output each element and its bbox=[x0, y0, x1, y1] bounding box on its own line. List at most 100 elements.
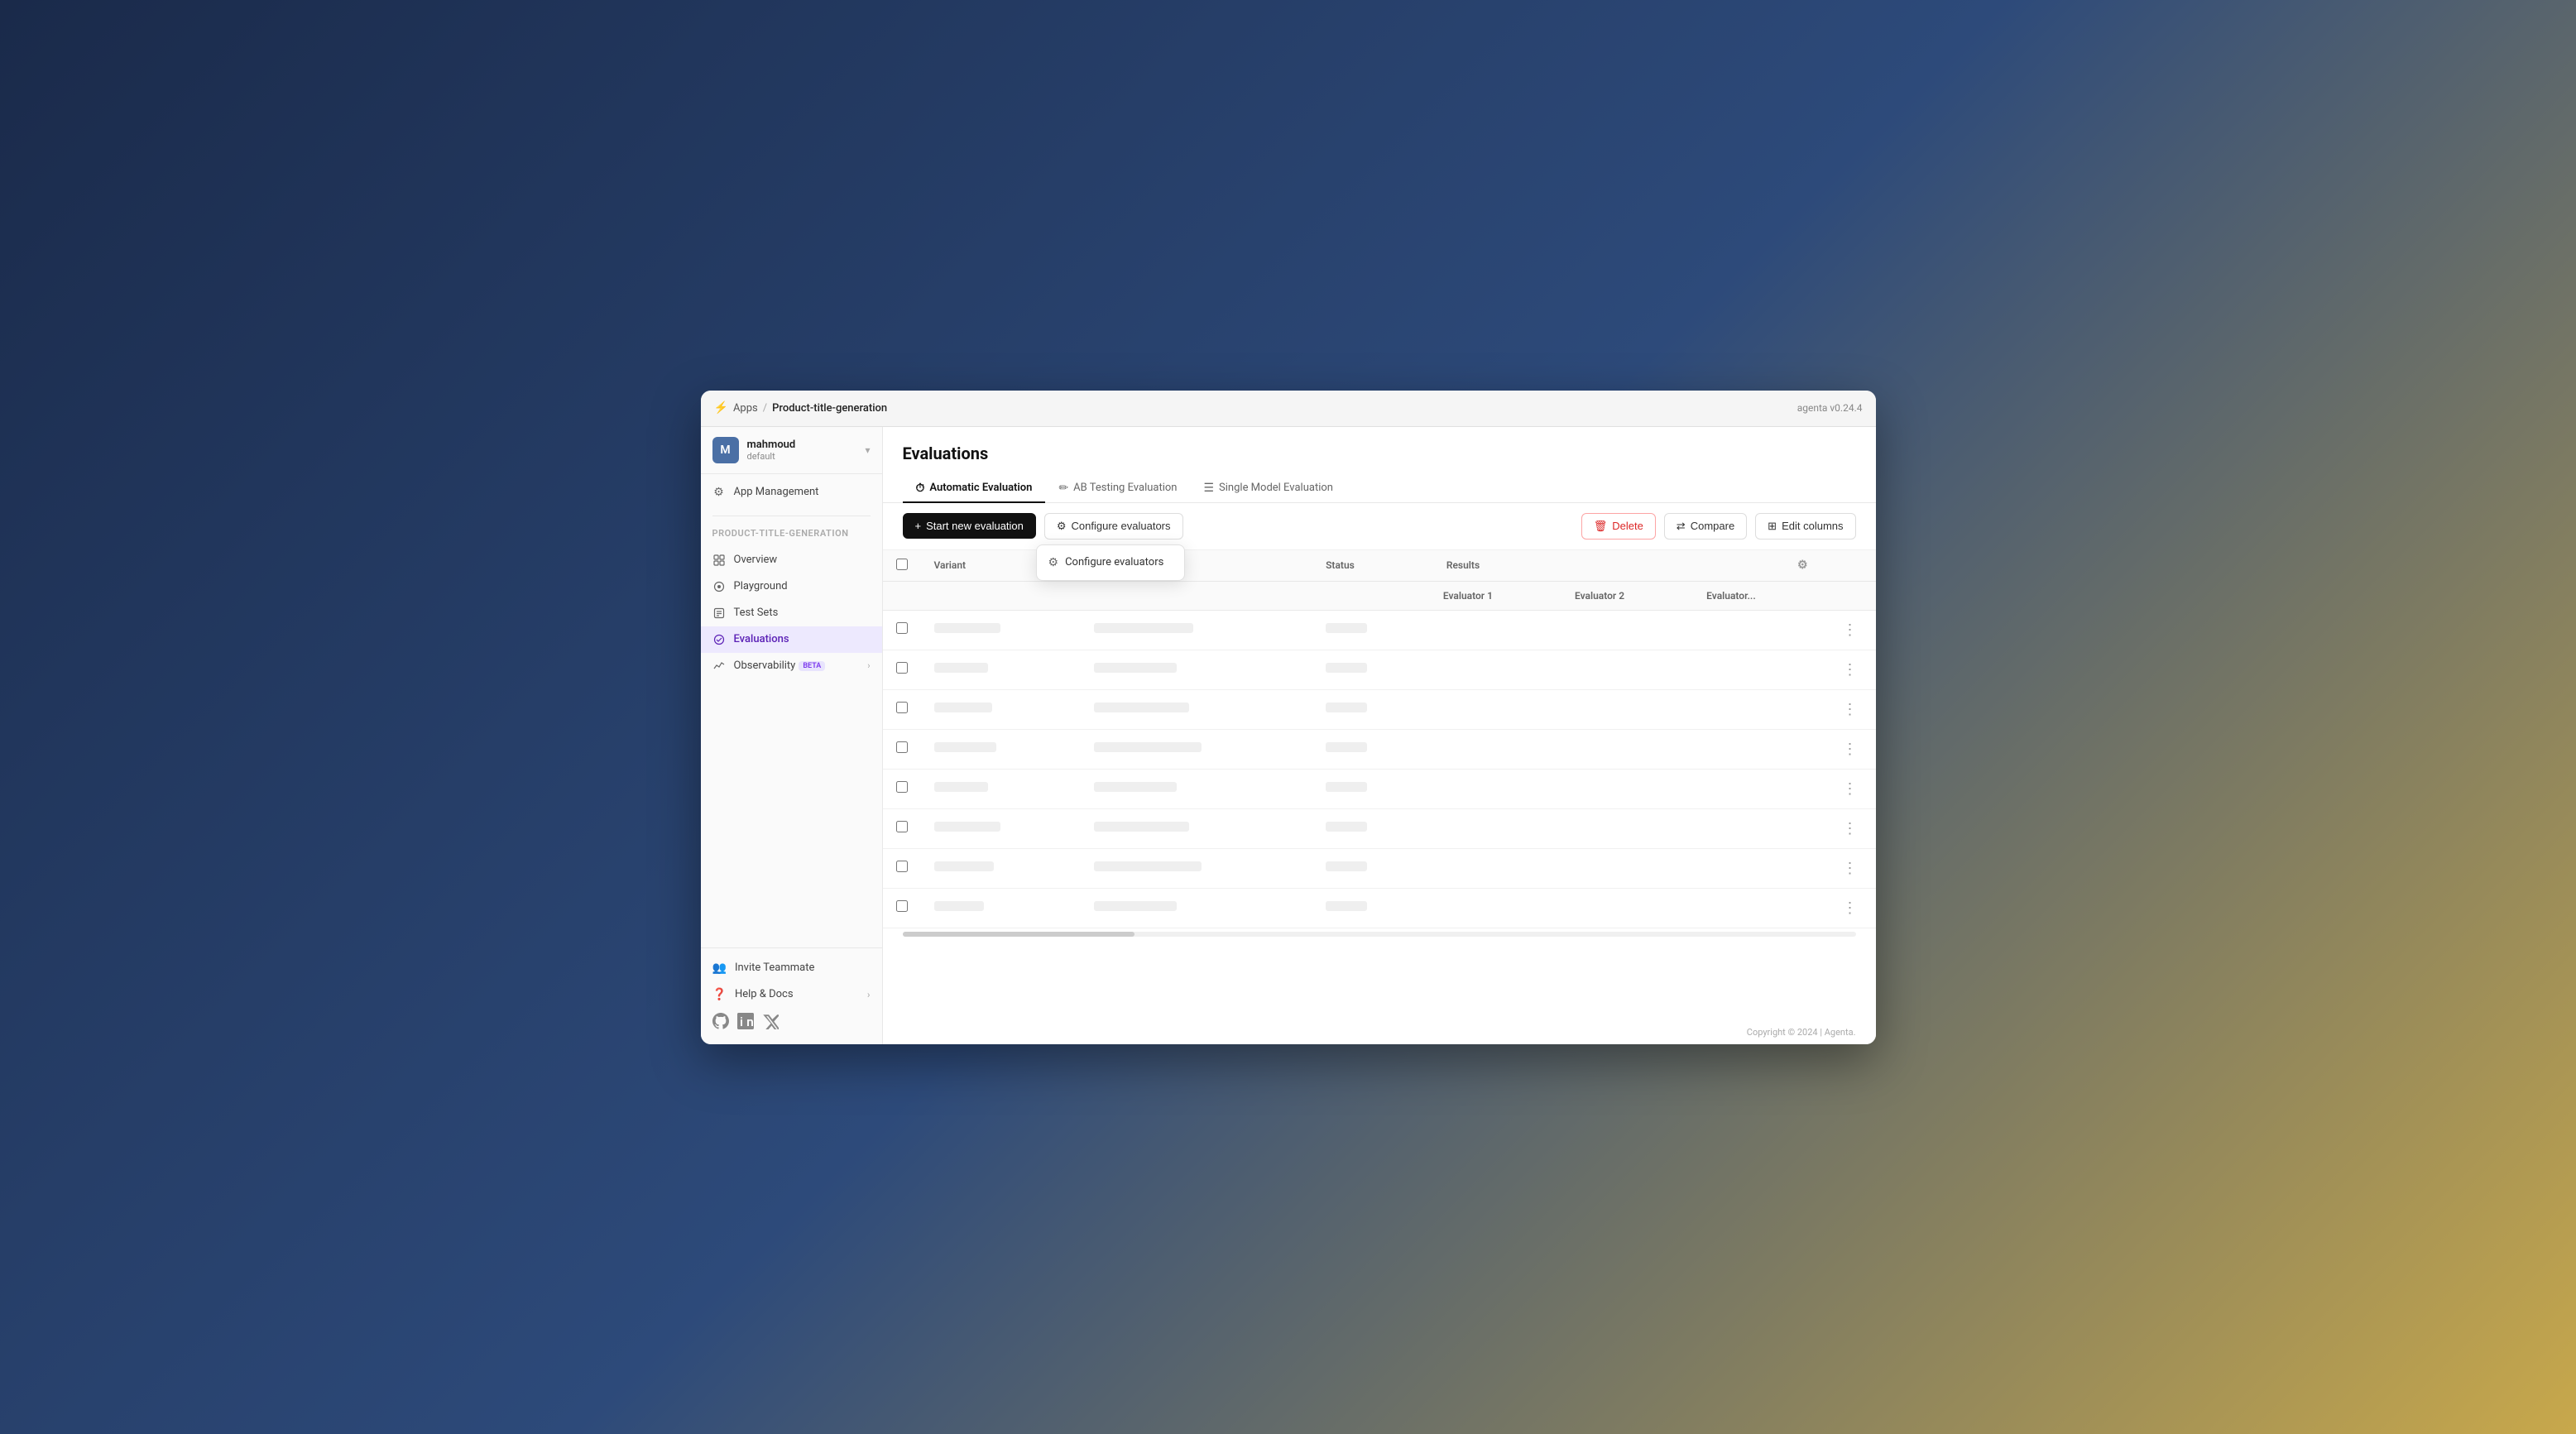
row-actions-0[interactable]: ⋮ bbox=[1838, 620, 1863, 640]
th-evaluator-3: Evaluator... bbox=[1693, 581, 1824, 610]
sidebar-item-playground[interactable]: Playground bbox=[701, 573, 882, 600]
sidebar-item-evaluations[interactable]: Evaluations bbox=[701, 626, 882, 653]
row-actions-7[interactable]: ⋮ bbox=[1838, 898, 1863, 918]
page-title: Evaluations bbox=[903, 444, 1856, 463]
row-actions-4[interactable]: ⋮ bbox=[1838, 779, 1863, 799]
sidebar-item-overview[interactable]: Overview bbox=[701, 547, 882, 573]
row-ev2-0 bbox=[1561, 610, 1693, 650]
row-ev1-6 bbox=[1430, 848, 1561, 888]
sidebar-item-help[interactable]: ❓ Help & Docs › bbox=[701, 981, 882, 1008]
row-checkbox-5[interactable] bbox=[896, 821, 908, 832]
th-actions bbox=[1825, 550, 1876, 582]
row-ev2-1 bbox=[1561, 650, 1693, 689]
row-testset-1 bbox=[1081, 650, 1312, 689]
tab-ab-testing[interactable]: ✏ AB Testing Evaluation bbox=[1045, 475, 1190, 503]
row-actions-5[interactable]: ⋮ bbox=[1838, 818, 1863, 839]
row-status-4 bbox=[1312, 769, 1430, 808]
row-ev3-4 bbox=[1693, 769, 1824, 808]
help-label: Help & Docs bbox=[735, 988, 794, 1000]
sidebar-item-app-management[interactable]: ⚙ App Management bbox=[701, 479, 882, 506]
row-ev2-5 bbox=[1561, 808, 1693, 848]
sidebar-item-label: Evaluations bbox=[734, 633, 789, 645]
popover-menu: ⚙ Configure evaluators bbox=[1036, 544, 1185, 581]
compare-button[interactable]: ⇄ Compare bbox=[1664, 513, 1747, 540]
row-ev3-2 bbox=[1693, 689, 1824, 729]
content-header: Evaluations ⏱ Automatic Evaluation ✏ AB … bbox=[883, 427, 1876, 503]
configure-evaluators-button[interactable]: ⚙ Configure evaluators bbox=[1044, 513, 1183, 540]
breadcrumb-current: Product-title-generation bbox=[772, 402, 887, 415]
sidebar-item-invite[interactable]: 👥 Invite Teammate bbox=[701, 955, 882, 981]
copyright: Copyright © 2024 | Agenta. bbox=[883, 1020, 1876, 1044]
tab-single-model[interactable]: ☰ Single Model Evaluation bbox=[1190, 475, 1346, 503]
row-actions-1[interactable]: ⋮ bbox=[1838, 659, 1863, 680]
sidebar-nav: Overview Playground bbox=[701, 542, 882, 684]
tab-single-model-label: Single Model Evaluation bbox=[1219, 482, 1333, 494]
table-row: ⋮ bbox=[883, 888, 1876, 928]
results-settings-icon[interactable]: ⚙ bbox=[1797, 559, 1808, 572]
popover-configure-item[interactable]: ⚙ Configure evaluators bbox=[1037, 549, 1184, 577]
delete-button[interactable]: 🗑 Delete bbox=[1581, 513, 1656, 540]
row-actions-3[interactable]: ⋮ bbox=[1838, 739, 1863, 760]
row-variant-7 bbox=[921, 888, 1082, 928]
breadcrumb: ⚡ Apps / Product-title-generation bbox=[714, 401, 888, 415]
row-checkbox-6[interactable] bbox=[896, 861, 908, 872]
row-checkbox-2[interactable] bbox=[896, 702, 908, 713]
sidebar-item-observability[interactable]: Observability beta › bbox=[701, 653, 882, 679]
breadcrumb-separator: / bbox=[763, 402, 767, 415]
twitter-icon[interactable] bbox=[762, 1013, 779, 1029]
row-checkbox-1[interactable] bbox=[896, 662, 908, 674]
row-checkbox-0[interactable] bbox=[896, 622, 908, 634]
scrollbar-track[interactable] bbox=[903, 932, 1856, 937]
select-all-checkbox[interactable] bbox=[896, 559, 908, 570]
row-checkbox-4[interactable] bbox=[896, 781, 908, 793]
tabs: ⏱ Automatic Evaluation ✏ AB Testing Eval… bbox=[903, 475, 1856, 502]
chevron-right-icon: › bbox=[867, 660, 870, 671]
sidebar-item-label: Overview bbox=[734, 554, 778, 566]
social-icons bbox=[701, 1008, 882, 1038]
table-row: ⋮ bbox=[883, 848, 1876, 888]
row-variant-3 bbox=[921, 729, 1082, 769]
sidebar: M mahmoud default ▾ ⚙ App Management Pro… bbox=[701, 427, 883, 1044]
row-status-1 bbox=[1312, 650, 1430, 689]
toolbar: + Start new evaluation ⚙ Configure evalu… bbox=[883, 503, 1876, 550]
row-ev3-5 bbox=[1693, 808, 1824, 848]
github-icon[interactable] bbox=[712, 1013, 729, 1029]
row-actions-2[interactable]: ⋮ bbox=[1838, 699, 1863, 720]
top-bar: ⚡ Apps / Product-title-generation agenta… bbox=[701, 391, 1876, 427]
linkedin-icon[interactable] bbox=[737, 1013, 754, 1029]
help-icon: ❓ bbox=[712, 988, 727, 1001]
edit-columns-button[interactable]: ⊞ Edit columns bbox=[1755, 513, 1855, 540]
sidebar-item-test-sets[interactable]: Test Sets bbox=[701, 600, 882, 626]
toolbar-right: 🗑 Delete ⇄ Compare ⊞ Edit columns bbox=[1581, 513, 1856, 540]
table-row: ⋮ bbox=[883, 610, 1876, 650]
sidebar-section-top: ⚙ App Management bbox=[701, 474, 882, 511]
tab-ab-testing-label: AB Testing Evaluation bbox=[1073, 482, 1177, 494]
sidebar-item-label: Test Sets bbox=[734, 607, 779, 619]
row-variant-4 bbox=[921, 769, 1082, 808]
row-testset-6 bbox=[1081, 848, 1312, 888]
breadcrumb-apps-link[interactable]: Apps bbox=[733, 402, 758, 415]
start-new-evaluation-button[interactable]: + Start new evaluation bbox=[903, 513, 1036, 539]
row-checkbox-3[interactable] bbox=[896, 741, 908, 753]
table-body: ⋮ ⋮ bbox=[883, 610, 1876, 928]
observability-label-row: Observability beta bbox=[734, 659, 860, 672]
avatar: M bbox=[712, 437, 739, 463]
row-ev3-3 bbox=[1693, 729, 1824, 769]
row-ev2-2 bbox=[1561, 689, 1693, 729]
row-ev1-0 bbox=[1430, 610, 1561, 650]
row-testset-3 bbox=[1081, 729, 1312, 769]
table-container: Variant Test set Status Results bbox=[883, 550, 1876, 1020]
row-ev3-7 bbox=[1693, 888, 1824, 928]
sidebar-user[interactable]: M mahmoud default ▾ bbox=[701, 427, 882, 474]
row-status-5 bbox=[1312, 808, 1430, 848]
row-testset-0 bbox=[1081, 610, 1312, 650]
app-window: ⚡ Apps / Product-title-generation agenta… bbox=[701, 391, 1876, 1044]
tab-automatic[interactable]: ⏱ Automatic Evaluation bbox=[903, 475, 1046, 503]
row-checkbox-7[interactable] bbox=[896, 900, 908, 912]
row-actions-6[interactable]: ⋮ bbox=[1838, 858, 1863, 879]
sidebar-project-label: Product-title-generation bbox=[701, 521, 882, 542]
th-evaluator-1: Evaluator 1 bbox=[1430, 581, 1561, 610]
th-evaluator-2: Evaluator 2 bbox=[1561, 581, 1693, 610]
sidebar-bottom: 👥 Invite Teammate ❓ Help & Docs › bbox=[701, 947, 882, 1044]
row-ev3-0 bbox=[1693, 610, 1824, 650]
